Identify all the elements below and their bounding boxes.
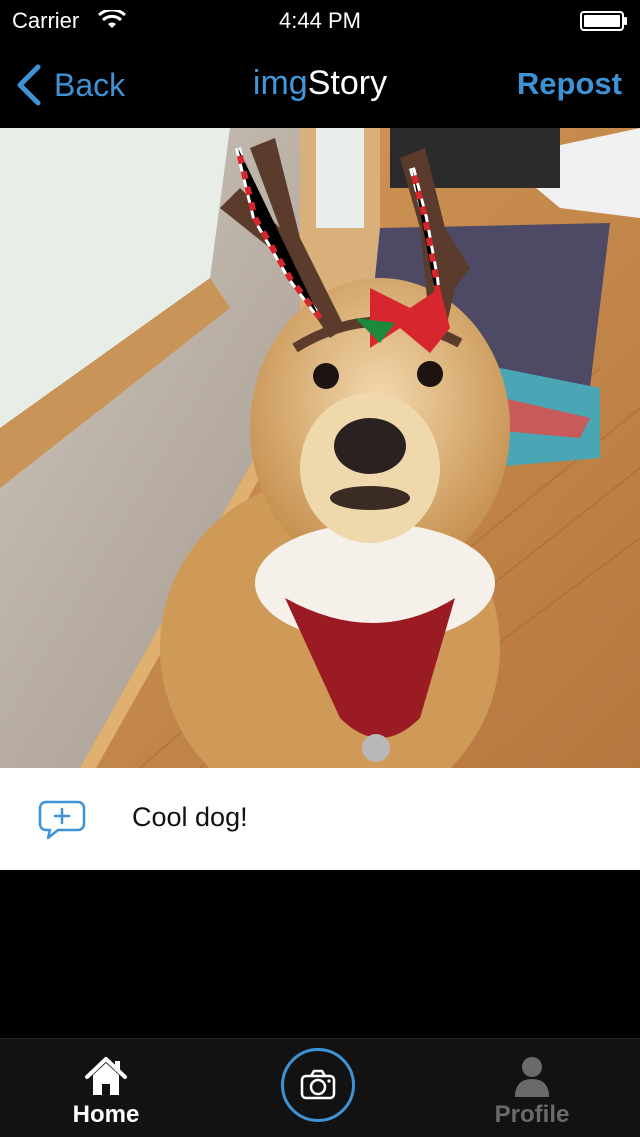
status-bar: Carrier 4:44 PM [0, 0, 640, 40]
home-icon [85, 1057, 127, 1095]
post-caption: Cool dog! [132, 802, 248, 832]
status-time: 4:44 PM [279, 8, 361, 33]
title-story: Story [307, 64, 388, 102]
battery-icon [580, 11, 627, 31]
comment-add-icon[interactable] [38, 798, 86, 842]
tab-profile-label: Profile [494, 1101, 570, 1128]
camera-button[interactable] [281, 1048, 355, 1122]
tab-profile[interactable]: Profile [452, 1039, 612, 1137]
navigation-bar: Back imgStory Repost [0, 40, 640, 128]
tab-home[interactable]: Home [26, 1039, 186, 1137]
camera-icon [300, 1069, 336, 1100]
dog-photo-image [0, 128, 640, 768]
title-img: img [252, 64, 308, 102]
repost-button[interactable]: Repost [517, 66, 622, 102]
tab-bar: Home Profile [0, 1038, 640, 1137]
tab-home-label: Home [72, 1101, 140, 1128]
caption-panel: Cool dog! [0, 768, 640, 870]
post-photo [0, 128, 640, 768]
profile-icon [515, 1057, 549, 1097]
